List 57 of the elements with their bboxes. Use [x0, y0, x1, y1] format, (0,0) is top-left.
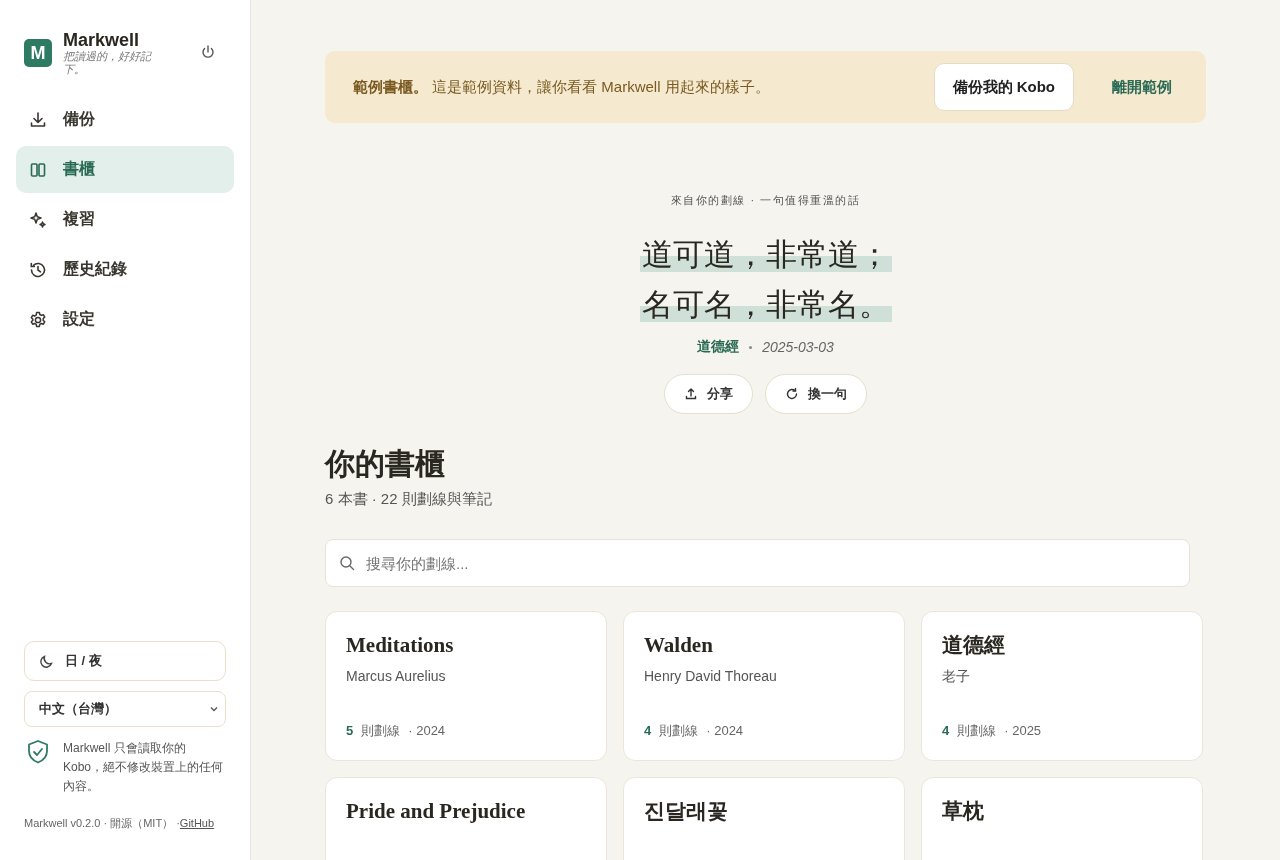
download-icon: [28, 109, 48, 130]
book-link[interactable]: 道德經: [697, 338, 740, 356]
nav-item[interactable]: 複習: [16, 196, 234, 243]
shield-check-icon: [26, 739, 50, 765]
logo-icon: M: [24, 39, 52, 67]
quote-date: 2025-03-03: [762, 339, 834, 355]
book-year: · 2025: [1004, 723, 1042, 738]
book-title: Meditations: [346, 632, 455, 658]
privacy-note: Markwell 只會讀取你的 Kobo，絕不修改裝置上的任何內容。: [63, 740, 225, 795]
nav-item[interactable]: 備份: [16, 96, 234, 143]
highlight-label: 則劃線: [957, 722, 997, 740]
book-card[interactable]: 진달래꽃: [623, 777, 905, 860]
book-card[interactable]: Pride and Prejudice: [325, 777, 607, 860]
tagline: 把讀過的，好好記下。: [63, 50, 153, 76]
book-card[interactable]: Walden Henry David Thoreau 4 則劃線 · 2024: [623, 611, 905, 761]
theme-toggle-button[interactable]: 日 / 夜: [24, 641, 226, 681]
book-title: 道德經: [942, 632, 1006, 658]
shelf-title: 你的書櫃: [325, 446, 446, 482]
shelf-summary: 6 本書 · 22 則劃線與筆記: [325, 490, 493, 509]
refresh-icon: [785, 387, 799, 401]
quote-eyebrow: 來自你的劃線 · 一句值得重溫的話: [670, 193, 861, 208]
highlight-label: 則劃線: [659, 722, 699, 740]
sparkle-icon: [28, 209, 48, 230]
nav-item[interactable]: 書櫃: [16, 146, 234, 193]
nav-item[interactable]: 歷史紀錄: [16, 246, 234, 293]
book-title: Walden: [644, 632, 714, 658]
book-card[interactable]: Meditations Marcus Aurelius 5 則劃線 · 2024: [325, 611, 607, 761]
banner-text: 範例書櫃。 這是範例資料，讓你看看 Markwell 用起來的樣子。: [353, 77, 771, 97]
chevron-down-icon: [209, 704, 219, 714]
share-button[interactable]: 分享: [664, 374, 753, 414]
book-year: · 2024: [408, 723, 446, 738]
highlight-count: 4: [644, 723, 652, 738]
book-author: 老子: [942, 668, 971, 686]
book-card[interactable]: 道德經 老子 4 則劃線 · 2025: [921, 611, 1203, 761]
moon-icon: [39, 653, 55, 669]
book-card[interactable]: 草枕: [921, 777, 1203, 860]
separator-dot: [749, 345, 753, 349]
upload-icon: [684, 387, 698, 401]
language-select[interactable]: 中文（台灣）: [24, 691, 226, 727]
book-title: 草枕: [942, 798, 985, 824]
nav-item[interactable]: 設定: [16, 296, 234, 343]
exit-sample-button[interactable]: 離開範例: [1090, 77, 1194, 97]
book-title: 진달래꽃: [644, 798, 729, 824]
app-name: Markwell: [63, 30, 141, 50]
search-field[interactable]: 搜尋你的劃線...: [325, 539, 1190, 587]
highlight-count: 4: [942, 723, 950, 738]
backup-button[interactable]: 備份我的 Kobo: [933, 63, 1074, 111]
highlight-count: 5: [346, 723, 354, 738]
book-author: Henry David Thoreau: [644, 668, 778, 684]
settings-icon: [28, 309, 48, 330]
book-title: Pride and Prejudice: [346, 798, 527, 824]
power-icon[interactable]: [200, 44, 216, 60]
highlight-label: 則劃線: [361, 722, 401, 740]
book-year: · 2024: [706, 723, 744, 738]
book-author: Marcus Aurelius: [346, 668, 447, 684]
refresh-button[interactable]: 換一句: [765, 374, 867, 414]
version-text: Markwell v0.2.0 · 開源（MIT） ·: [24, 817, 180, 829]
